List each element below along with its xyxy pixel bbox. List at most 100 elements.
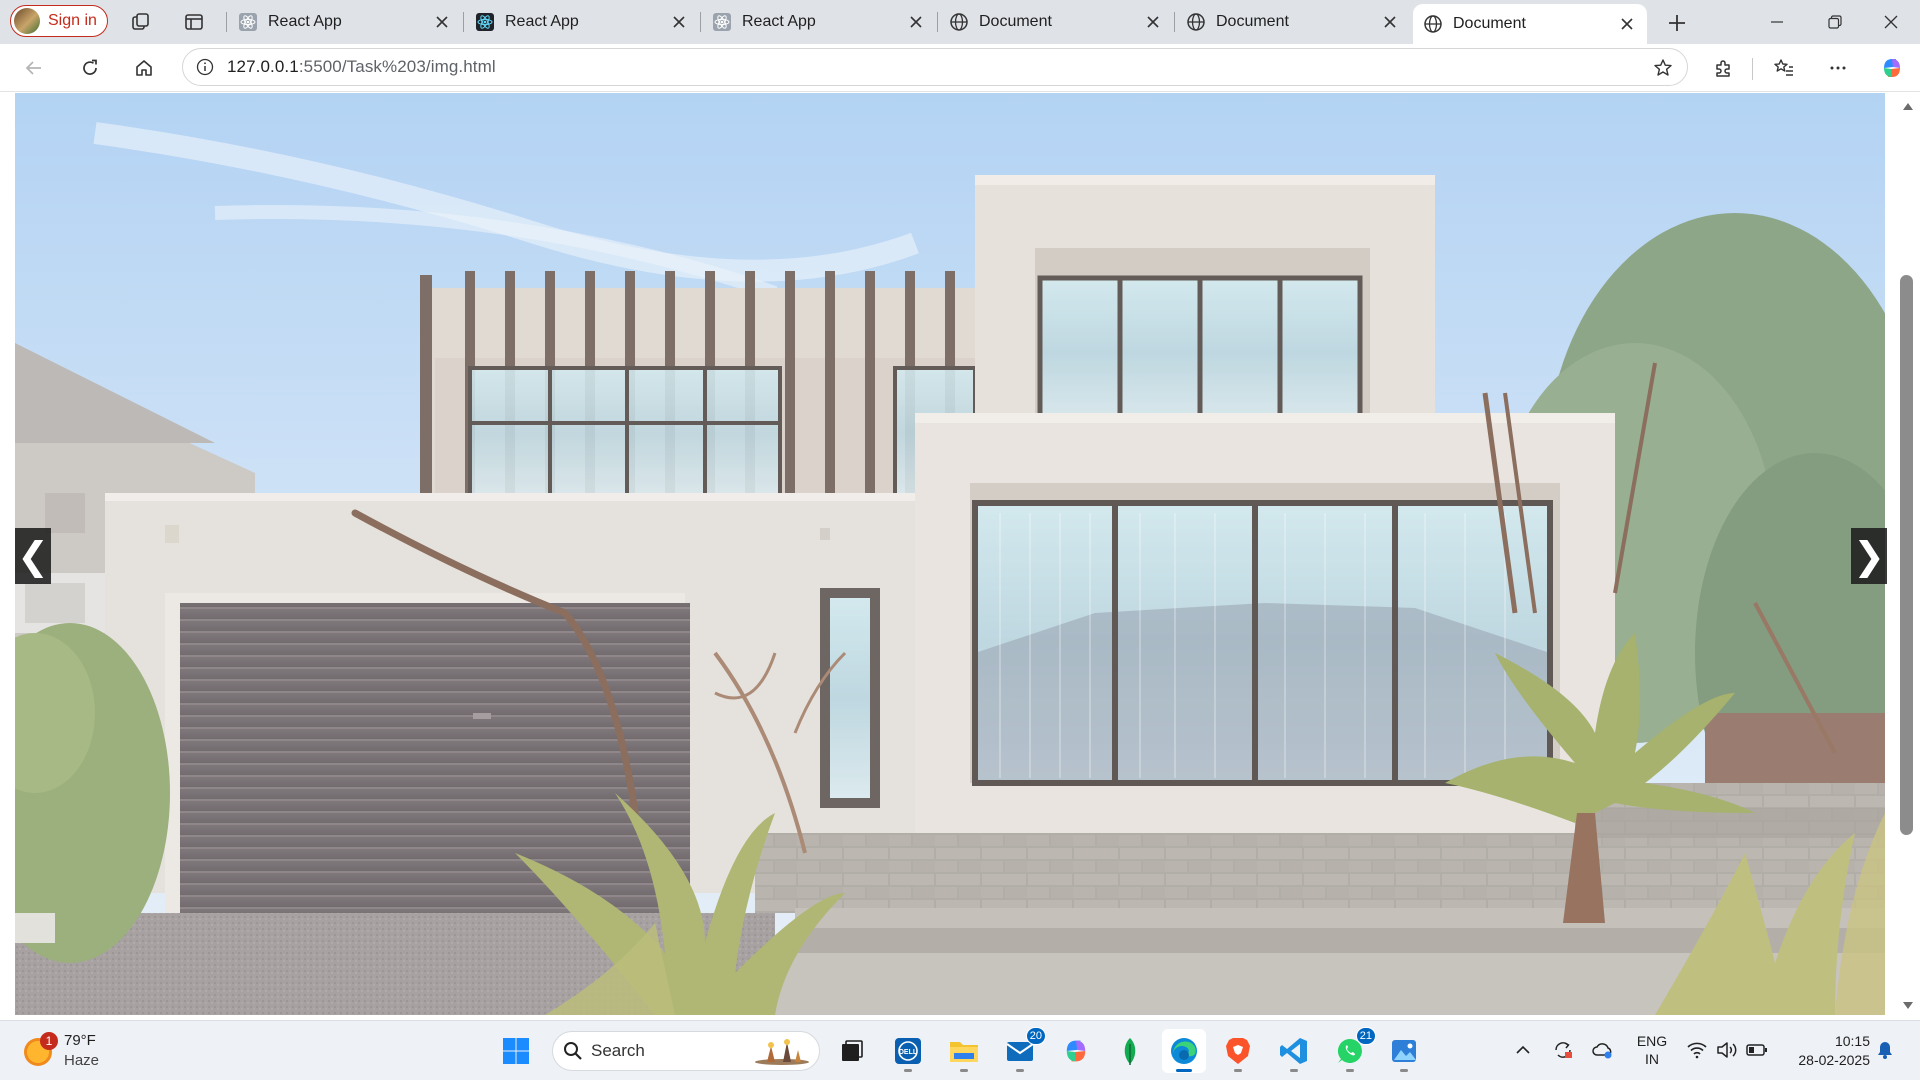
vscode[interactable]	[1272, 1029, 1316, 1073]
tab-separator	[463, 12, 464, 32]
slider-prev-button[interactable]: ❮	[15, 528, 51, 584]
brave-browser[interactable]	[1216, 1029, 1260, 1073]
running-indicator	[1016, 1069, 1024, 1072]
taskbar-clock[interactable]: 10:15 28-02-2025	[1780, 1032, 1870, 1070]
wifi-icon[interactable]	[1682, 1035, 1712, 1065]
show-hidden-icons-chevron-up-icon[interactable]	[1508, 1035, 1538, 1065]
tab-title: React App	[742, 13, 816, 30]
new-tab-button[interactable]	[1662, 8, 1692, 38]
copilot-app[interactable]	[1054, 1029, 1098, 1073]
dell-icon: DELL	[895, 1038, 921, 1064]
folder-icon	[950, 1042, 978, 1062]
minimize-icon	[1771, 21, 1783, 23]
search-label: Search	[591, 1041, 645, 1060]
edge-icon	[1171, 1038, 1197, 1064]
tab-document-2[interactable]: Document	[1176, 4, 1410, 40]
notification-bell-icon[interactable]	[1870, 1035, 1900, 1065]
close-tab-icon[interactable]	[1376, 8, 1404, 36]
restore-button[interactable]	[1806, 0, 1864, 44]
start-button[interactable]	[494, 1029, 538, 1073]
tab-document-1[interactable]: Document	[939, 4, 1173, 40]
scroll-down-arrow-icon[interactable]	[1901, 999, 1914, 1012]
sign-in-button[interactable]: Sign in	[10, 5, 108, 37]
running-indicator	[1346, 1069, 1354, 1072]
battery-icon[interactable]	[1742, 1035, 1772, 1065]
volume-icon[interactable]	[1712, 1035, 1742, 1065]
weather-temperature: 79°F	[64, 1032, 96, 1049]
puzzle-icon	[1716, 60, 1730, 77]
language-code: ENG	[1636, 1033, 1668, 1049]
language-indicator[interactable]: ENG IN	[1632, 1032, 1672, 1068]
photos-app[interactable]	[1382, 1029, 1426, 1073]
settings-more-button[interactable]	[1820, 52, 1856, 84]
slider-next-button[interactable]: ❯	[1851, 528, 1887, 584]
running-indicator	[1176, 1069, 1192, 1072]
onedrive-cloud-icon[interactable]	[1588, 1035, 1618, 1065]
close-tab-icon[interactable]	[1139, 8, 1167, 36]
task-view-button[interactable]	[830, 1029, 874, 1073]
modern-house-photo	[15, 93, 1885, 1015]
profile-avatar	[14, 8, 40, 34]
scroll-up-arrow-icon[interactable]	[1901, 99, 1914, 112]
svg-text:DELL: DELL	[899, 1049, 918, 1056]
tab-react-app-3[interactable]: React App	[702, 4, 936, 40]
globe-icon	[1186, 12, 1206, 32]
scrollbar-thumb[interactable]	[1900, 275, 1913, 835]
dell-app[interactable]: DELL	[886, 1029, 930, 1073]
url-text[interactable]: 127.0.0.1:5500/Task%203/img.html	[227, 57, 496, 77]
globe-icon	[949, 12, 969, 32]
file-explorer[interactable]	[942, 1029, 986, 1073]
tab-document-3-active[interactable]: Document	[1413, 4, 1647, 44]
whatsapp[interactable]: 21	[1328, 1027, 1376, 1073]
favorites-button[interactable]	[1766, 52, 1802, 84]
react-icon	[238, 12, 258, 32]
copilot-icon	[1884, 59, 1900, 77]
sync-icon[interactable]	[1548, 1035, 1578, 1065]
refresh-button[interactable]	[72, 52, 108, 84]
favorites-list-icon	[1774, 59, 1793, 76]
tab-title: React App	[268, 13, 342, 30]
windows-logo-icon	[503, 1038, 529, 1064]
tab-title: Document	[979, 13, 1052, 30]
vscode-icon	[1280, 1038, 1307, 1064]
close-window-button[interactable]	[1862, 0, 1920, 44]
copilot-button[interactable]	[1874, 52, 1910, 84]
slider-image-house	[15, 93, 1885, 1015]
tab-react-app-1[interactable]: React App	[228, 4, 462, 40]
sign-in-label: Sign in	[48, 12, 97, 29]
mongodb-compass[interactable]	[1108, 1029, 1152, 1073]
tab-strip: Sign in React App React App React App Do…	[0, 0, 1920, 44]
react-icon	[475, 12, 495, 32]
taskbar-search-box[interactable]: Search	[552, 1031, 820, 1071]
close-tab-icon[interactable]	[428, 8, 456, 36]
globe-icon	[1423, 14, 1443, 34]
address-bar[interactable]: 127.0.0.1:5500/Task%203/img.html	[182, 48, 1688, 86]
close-tab-icon[interactable]	[902, 8, 930, 36]
vertical-scrollbar[interactable]	[1895, 93, 1920, 1018]
mail-app[interactable]: 20	[998, 1027, 1046, 1073]
back-button[interactable]	[16, 52, 52, 84]
tab-react-app-2[interactable]: React App	[465, 4, 699, 40]
restore-icon	[1828, 15, 1842, 29]
weather-widget[interactable]: 1 79°F Haze	[24, 1030, 134, 1074]
favorite-star-icon[interactable]	[1649, 54, 1677, 82]
close-tab-icon[interactable]	[665, 8, 693, 36]
extensions-button[interactable]	[1706, 52, 1742, 84]
tab-separator	[937, 12, 938, 32]
plus-icon	[1669, 15, 1685, 31]
url-path: :5500/Task%203/img.html	[298, 57, 496, 76]
workspaces-icon[interactable]	[127, 8, 155, 36]
close-tab-icon[interactable]	[1613, 10, 1641, 38]
edge-browser[interactable]	[1162, 1029, 1206, 1073]
tab-actions-icon[interactable]	[180, 8, 208, 36]
site-info-icon[interactable]	[183, 48, 227, 86]
home-button[interactable]	[126, 52, 162, 84]
weather-condition: Haze	[64, 1052, 100, 1069]
tab-separator	[226, 12, 227, 32]
leaf-icon	[1124, 1038, 1136, 1065]
running-indicator	[1234, 1069, 1242, 1072]
minimize-button[interactable]	[1748, 0, 1806, 44]
more-dots-icon	[1830, 66, 1846, 70]
tab-separator	[1174, 12, 1175, 32]
refresh-icon	[83, 59, 97, 75]
